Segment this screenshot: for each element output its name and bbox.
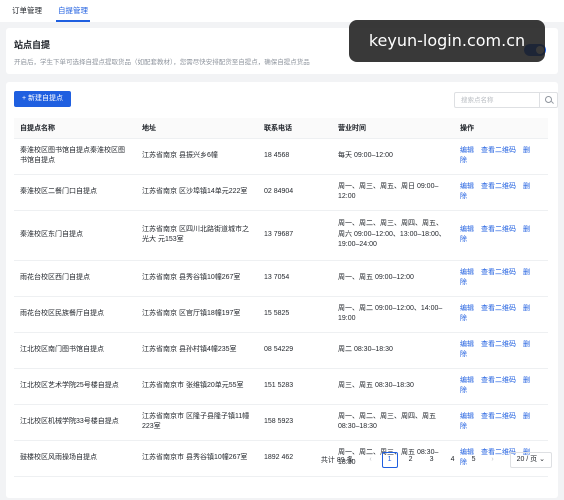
cell-hours: 每天 09:00–12:00 [332,138,454,175]
view-qrcode-link[interactable]: 查看二维码 [481,147,516,154]
cell-actions: 编辑 查看二维码 删除 [454,260,548,297]
prev-page-icon[interactable]: ‹ [364,452,378,468]
pickup-table: 自提点名称 地址 联系电话 营业时间 操作 秦淮校区图书馆自提点秦淮校区图书馆自… [14,118,548,477]
cell-name: 秦淮校区图书馆自提点秦淮校区图书馆自提点 [14,138,136,175]
edit-link[interactable]: 编辑 [460,377,474,384]
add-pickup-point-button[interactable]: + 新建自提点 [14,91,72,107]
pagination: 共计 89 条 ‹ 12345 › 20 / 页 ⌄ [321,452,552,468]
search-input[interactable] [455,93,539,107]
page-size-label: 20 / 页 [516,456,538,463]
cell-address: 江苏省南京 县振兴乡6幢 [136,138,258,175]
cell-actions: 编辑 查看二维码 删除 [454,138,548,175]
cell-hours: 周一、周二、周三、周四、周五 08:30–18:30 [332,404,454,441]
cell-name: 江北校区机械学院33号楼自提点 [14,404,136,441]
cell-phone: 02 84904 [258,174,332,211]
cell-phone: 18 4568 [258,138,332,175]
cell-actions: 编辑 查看二维码 删除 [454,296,548,333]
page-2-button[interactable]: 2 [403,452,419,468]
cell-name: 江北校区南门图书馆自提点 [14,332,136,369]
cell-actions: 编辑 查看二维码 删除 [454,368,548,405]
page-5-button[interactable]: 5 [466,452,482,468]
edit-link[interactable]: 编辑 [460,183,474,190]
edit-link[interactable]: 编辑 [460,269,474,276]
total-count: 共计 89 条 [320,457,354,464]
header-name: 自提点名称 [14,118,136,139]
cell-hours: 周二 08:30–18:30 [332,332,454,369]
cell-address: 江苏省南京市 区隆子县隆子镇11幢223室 [136,404,258,441]
watermark: keyun-login.com.cn [349,20,545,62]
edit-link[interactable]: 编辑 [460,147,474,154]
cell-address: 江苏省南京市 张维镇20单元55室 [136,368,258,405]
edit-link[interactable]: 编辑 [460,305,474,312]
cell-name: 雨花台校区西门自提点 [14,260,136,297]
cell-hours: 周一、周三、周五、周日 09:00–12:00 [332,174,454,211]
cell-address: 江苏省南京市 县秀谷镇10幢267室 [136,440,258,477]
table-row: 秦淮校区二餐门口自提点 江苏省南京 区沙埠镇14单元222室 02 84904 周一、… [14,174,548,211]
view-qrcode-link[interactable]: 查看二维码 [481,413,516,420]
cell-address: 江苏省南京 区沙埠镇14单元222室 [136,174,258,211]
tab-orders[interactable]: 订单管理 [4,0,50,22]
cell-phone: 151 5283 [258,368,332,405]
edit-link[interactable]: 编辑 [460,413,474,420]
view-qrcode-link[interactable]: 查看二维码 [481,269,516,276]
cell-hours: 周三、周五 08:30–18:30 [332,368,454,405]
page-size-select[interactable]: 20 / 页 ⌄ [509,452,552,468]
view-qrcode-link[interactable]: 查看二维码 [481,305,516,312]
cell-phone: 13 79687 [258,210,332,261]
cell-actions: 编辑 查看二维码 删除 [454,404,548,441]
top-tabs: 订单管理 自提管理 [0,0,564,22]
cell-phone: 15 5825 [258,296,332,333]
edit-link[interactable]: 编辑 [460,341,474,348]
header-hours: 营业时间 [332,118,454,139]
table-row: 江北校区南门图书馆自提点 江苏省南京 县孙村镇4幢235室 08 54229 周二 0… [14,332,548,369]
cell-name: 秦淮校区东门自提点 [14,210,136,261]
table-row: 秦淮校区东门自提点 江苏省南京 区四川北路街道城市之光大 元153室 13 7968… [14,210,548,261]
header-actions: 操作 [454,118,548,139]
edit-link[interactable]: 编辑 [460,226,474,233]
next-page-icon[interactable]: › [486,452,500,468]
table-row: 雨花台校区西门自提点 江苏省南京 县秀谷镇10幢267室 13 7054 周一、周五 … [14,260,548,297]
view-qrcode-link[interactable]: 查看二维码 [481,183,516,190]
search-box [454,92,558,108]
cell-address: 江苏省南京 区四川北路街道城市之光大 元153室 [136,210,258,261]
cell-name: 江北校区艺术学院25号楼自提点 [14,368,136,405]
cell-phone: 13 7054 [258,260,332,297]
view-qrcode-link[interactable]: 查看二维码 [481,377,516,384]
tab-pickup[interactable]: 自提管理 [50,0,96,22]
cell-actions: 编辑 查看二维码 删除 [454,332,548,369]
cell-address: 江苏省南京 区官厅镇18幢197室 [136,296,258,333]
pickup-list-card: + 新建自提点 自提点名称 地址 联系电话 营业时间 操作 秦淮校区图书馆自提点… [6,82,558,498]
view-qrcode-link[interactable]: 查看二维码 [481,226,516,233]
cell-name: 秦淮校区二餐门口自提点 [14,174,136,211]
cell-phone: 158 5923 [258,404,332,441]
view-qrcode-link[interactable]: 查看二维码 [481,341,516,348]
table-row: 秦淮校区图书馆自提点秦淮校区图书馆自提点 江苏省南京 县振兴乡6幢 18 4568 每… [14,138,548,175]
table-row: 江北校区艺术学院25号楼自提点 江苏省南京市 张维镇20单元55室 151 5283… [14,368,548,405]
page-3-button[interactable]: 3 [424,452,440,468]
cell-name: 鼓楼校区风雨操场自提点 [14,440,136,477]
page-list: 12345 [381,452,482,468]
page-1-button[interactable]: 1 [381,452,398,468]
cell-name: 雨花台校区民族餐厅自提点 [14,296,136,333]
table-row: 江北校区机械学院33号楼自提点 江苏省南京市 区隆子县隆子镇11幢223室 158 … [14,404,548,441]
cell-phone: 08 54229 [258,332,332,369]
page-4-button[interactable]: 4 [445,452,461,468]
cell-hours: 周一、周二 09:00–12:00、14:00–19:00 [332,296,454,333]
cell-hours: 周一、周二、周三、周四、周五、周六 09:00–12:00、13:00–18:0… [332,210,454,261]
table-row: 雨花台校区民族餐厅自提点 江苏省南京 区官厅镇18幢197室 15 5825 周一、周… [14,296,548,333]
search-icon[interactable] [539,93,557,107]
cell-actions: 编辑 查看二维码 删除 [454,174,548,211]
table-header-row: 自提点名称 地址 联系电话 营业时间 操作 [14,118,548,139]
cell-actions: 编辑 查看二维码 删除 [454,210,548,261]
header-address: 地址 [136,118,258,139]
cell-address: 江苏省南京 县秀谷镇10幢267室 [136,260,258,297]
header-phone: 联系电话 [258,118,332,139]
cell-address: 江苏省南京 县孙村镇4幢235室 [136,332,258,369]
cell-hours: 周一、周五 09:00–12:00 [332,260,454,297]
